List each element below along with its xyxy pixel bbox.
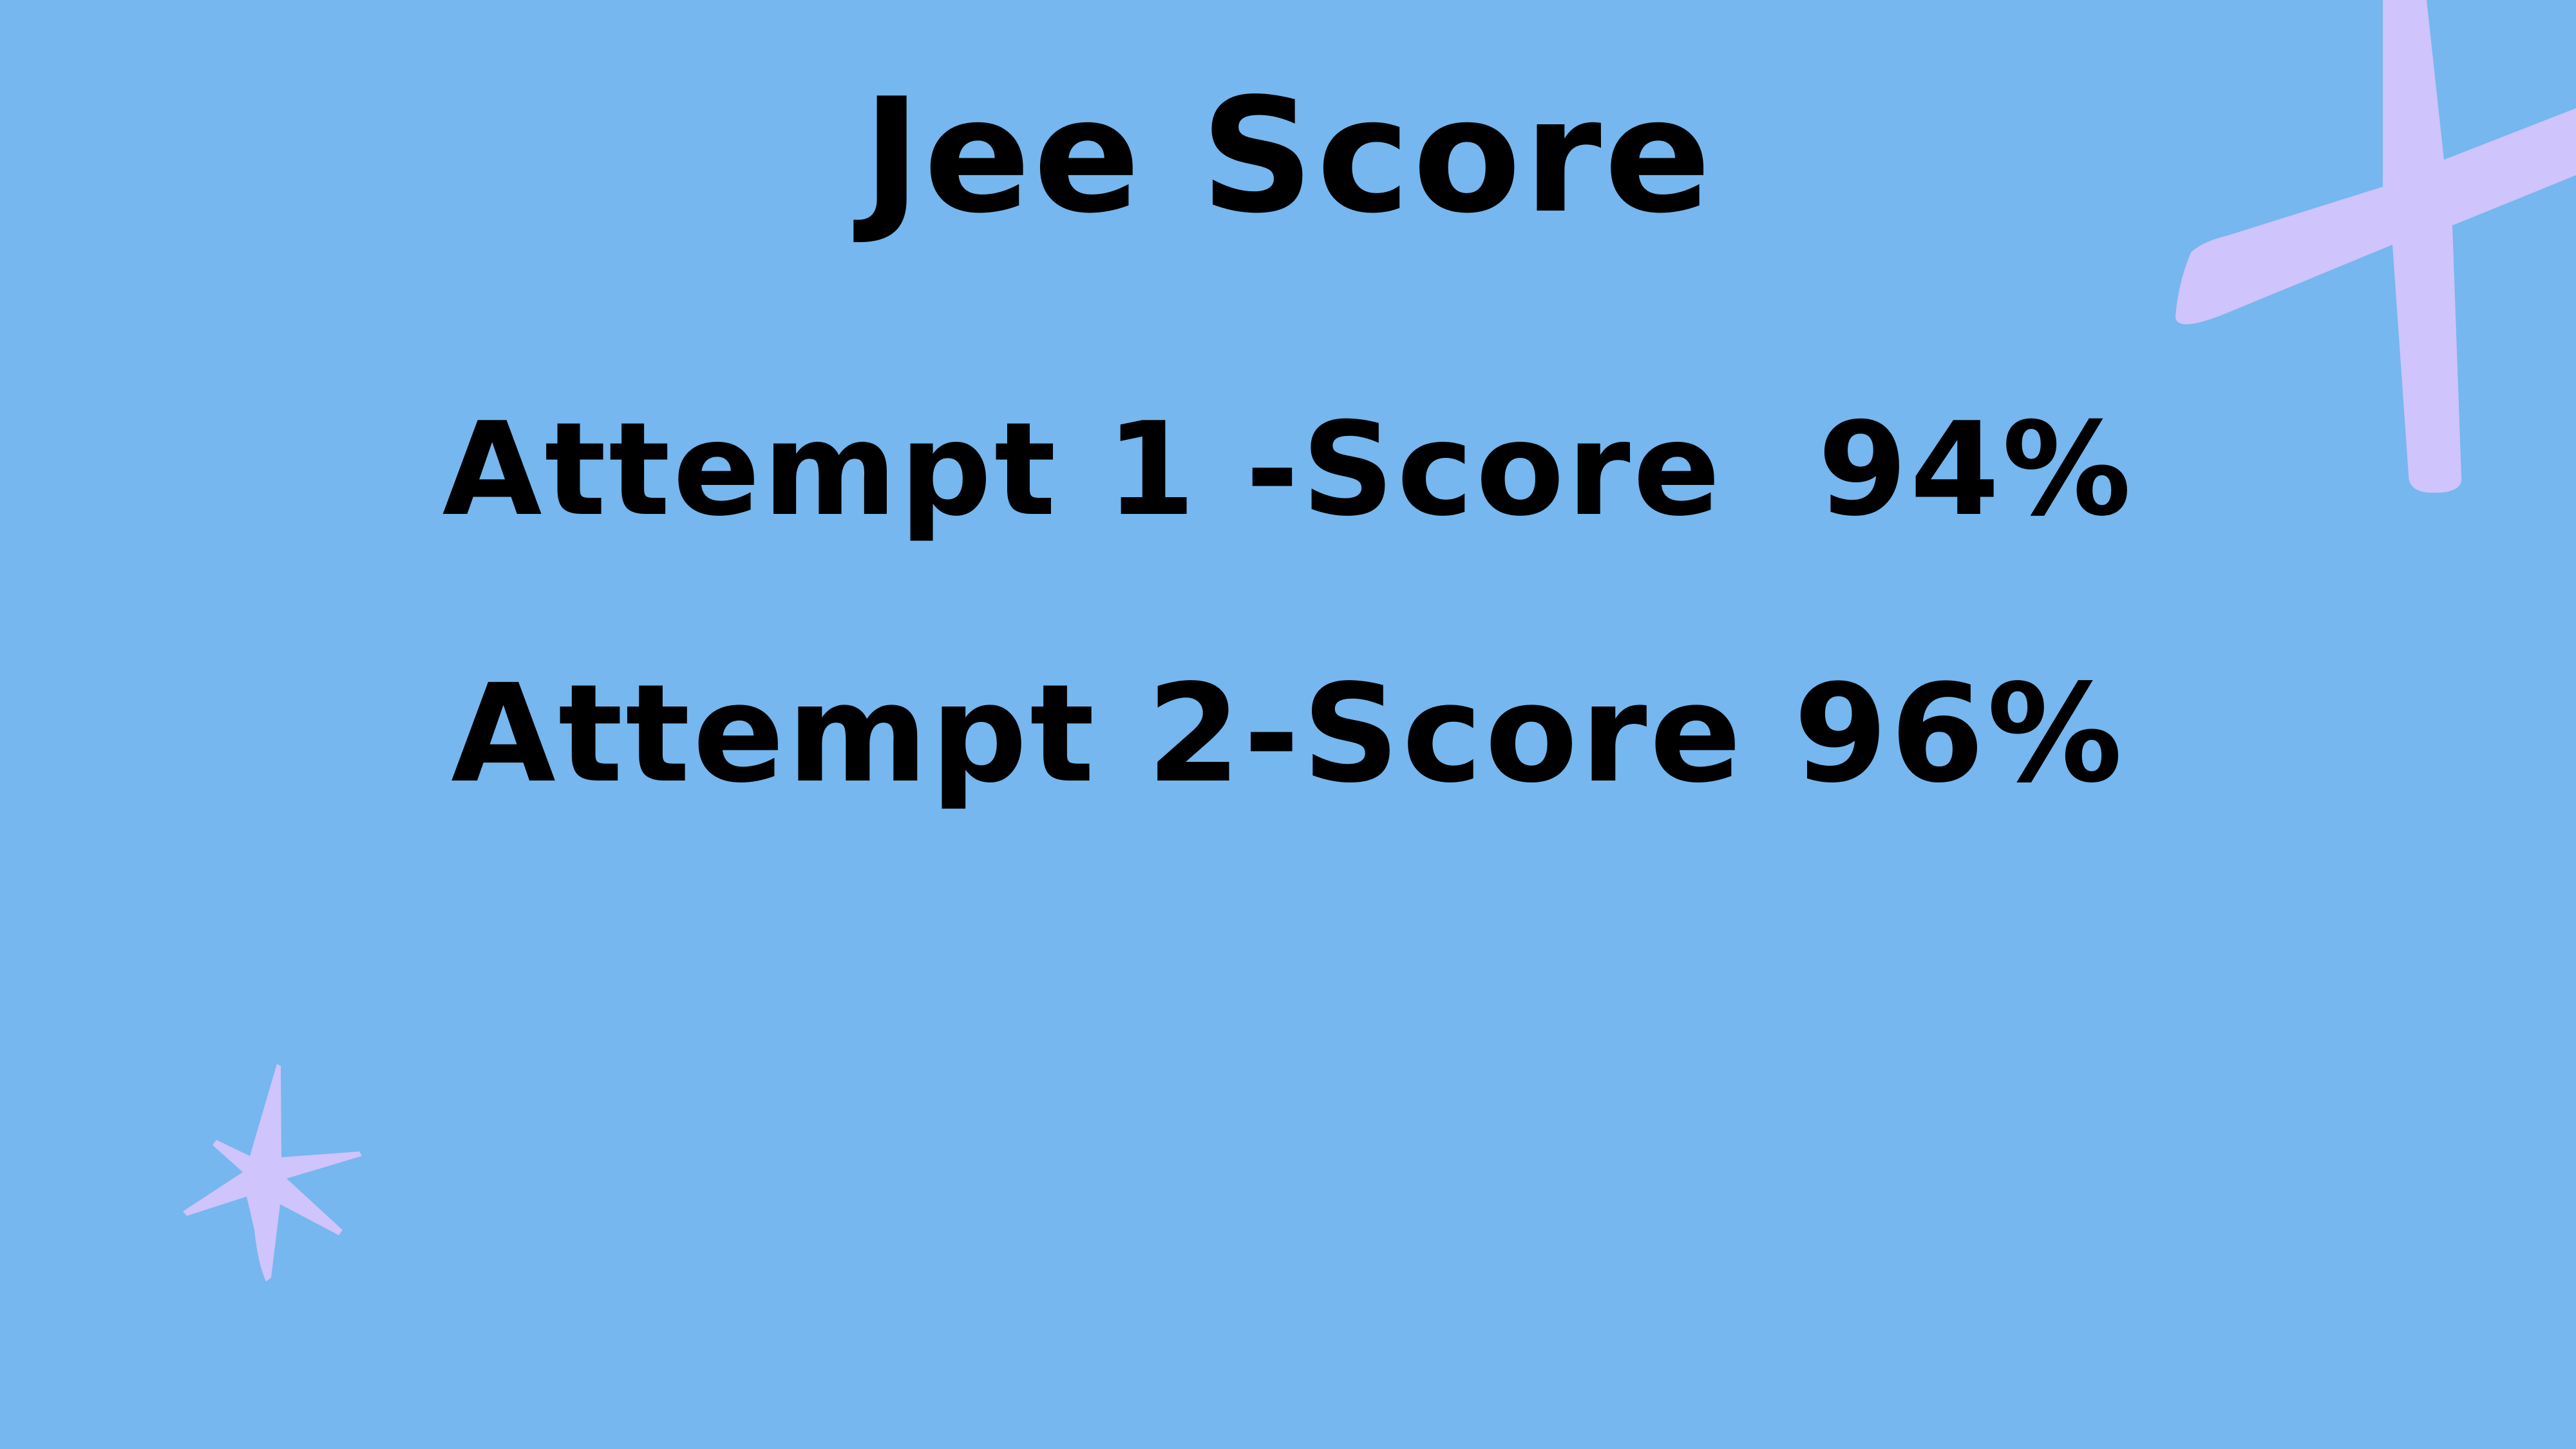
attempt-1-score: Attempt 1 -Score 94%	[442, 395, 2134, 545]
attempt-2-score: Attempt 2-Score 96%	[451, 655, 2125, 813]
star-sparkle-icon	[183, 1064, 362, 1282]
slide-canvas: Jee Score Attempt 1 -Score 94% Attempt 2…	[0, 0, 2576, 1449]
slide-title: Jee Score	[862, 64, 1714, 248]
